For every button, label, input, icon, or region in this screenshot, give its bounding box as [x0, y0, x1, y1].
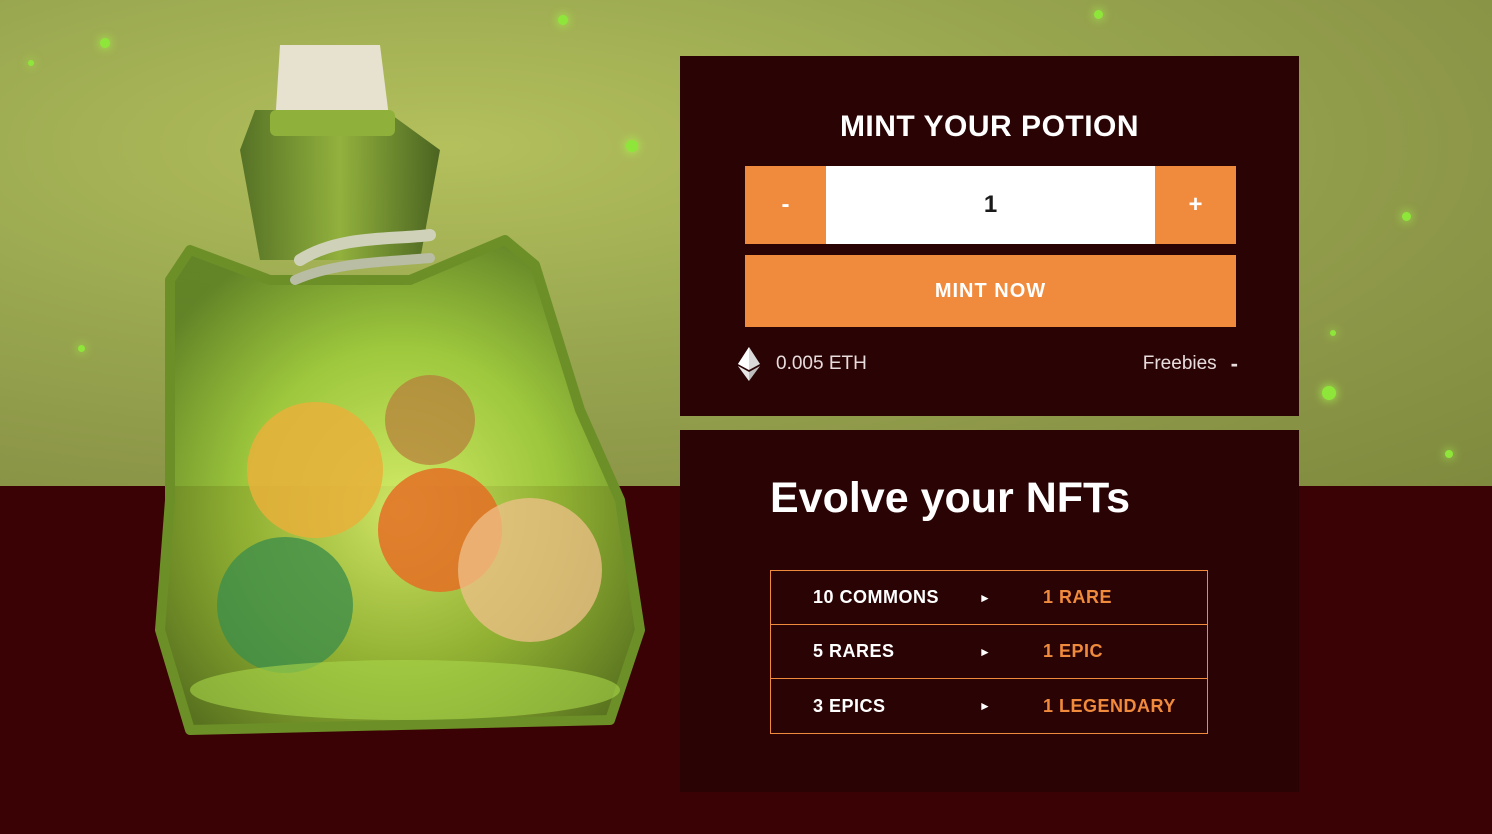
evolve-from: 10 COMMONS: [813, 587, 940, 607]
evolve-panel: Evolve your NFTs 10 COMMONS ► 1 RARE 5 R…: [680, 430, 1299, 792]
mint-title: MINT YOUR POTION: [839, 110, 1140, 143]
sparkle: [78, 345, 85, 352]
sparkle: [1445, 450, 1453, 458]
sparkle: [28, 60, 34, 66]
quantity-stepper: - +: [745, 166, 1236, 244]
table-row: 5 RARES ► 1 EPIC: [771, 625, 1207, 679]
evolve-to: 1 LEGENDARY: [1043, 695, 1176, 716]
evolve-title: Evolve your NFTs: [770, 474, 1131, 522]
play-arrow-icon: ►: [979, 699, 991, 713]
freebies-label: Freebies: [1142, 353, 1217, 374]
sparkle: [1094, 10, 1103, 19]
potion-bottle-icon: [155, 45, 645, 735]
table-row: 3 EPICS ► 1 LEGENDARY: [771, 679, 1207, 733]
mint-panel: MINT YOUR POTION - + MINT NOW 0.005 ETH …: [680, 56, 1299, 416]
sparkle: [558, 15, 568, 25]
evolve-table: 10 COMMONS ► 1 RARE 5 RARES ► 1 EPIC 3 E…: [770, 570, 1208, 734]
ethereum-icon: [738, 347, 760, 381]
decrement-button[interactable]: -: [745, 166, 826, 244]
sparkle: [1322, 386, 1336, 400]
quantity-input[interactable]: [826, 166, 1155, 244]
play-arrow-icon: ►: [979, 644, 991, 659]
sparkle: [100, 38, 110, 48]
evolve-from: 5 RARES: [813, 641, 895, 661]
mint-now-button[interactable]: MINT NOW: [745, 255, 1236, 327]
freebies-value: -: [1230, 351, 1238, 376]
evolve-from: 3 EPICS: [813, 695, 886, 716]
play-arrow-icon: ►: [979, 590, 991, 605]
price-value: 0.005 ETH: [776, 353, 867, 374]
table-row: 10 COMMONS ► 1 RARE: [771, 571, 1207, 625]
increment-button[interactable]: +: [1155, 166, 1236, 244]
evolve-to: 1 RARE: [1043, 587, 1113, 607]
price-row: 0.005 ETH Freebies -: [738, 344, 1238, 384]
sparkle: [1402, 212, 1411, 221]
sparkle: [1330, 330, 1336, 336]
evolve-to: 1 EPIC: [1043, 641, 1104, 661]
